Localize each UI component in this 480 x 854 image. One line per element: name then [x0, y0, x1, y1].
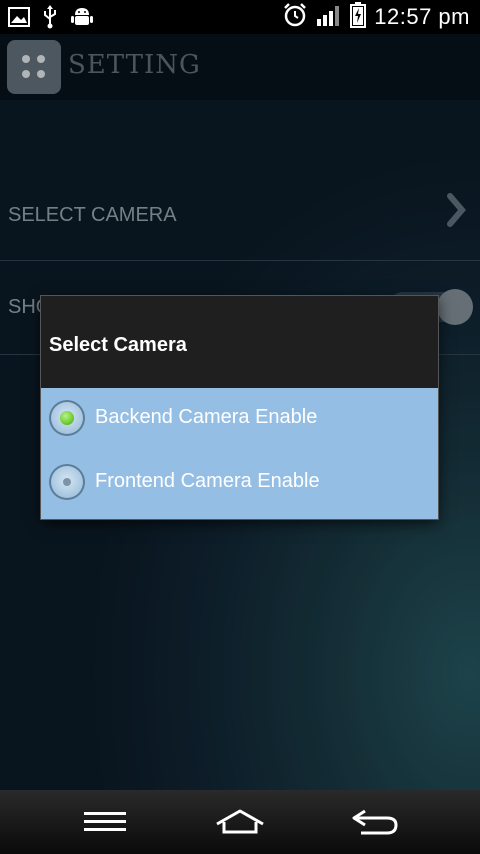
navigation-bar: [0, 790, 480, 854]
gallery-icon: [8, 7, 30, 32]
dialog-title: Select Camera: [49, 334, 187, 356]
select-camera-dialog: Select Camera Backend Camera Enable Fron…: [41, 296, 438, 519]
radio-button-selected[interactable]: [49, 400, 85, 436]
radio-dot: [63, 478, 71, 486]
battery-charging-icon: [350, 1, 367, 33]
option-label: Backend Camera Enable: [95, 406, 318, 428]
radio-button[interactable]: [49, 464, 85, 500]
status-bar-right: 12:57 pm: [282, 1, 470, 33]
usb-icon: [42, 5, 58, 34]
signal-icon: [316, 3, 342, 32]
option-label: Frontend Camera Enable: [95, 470, 320, 492]
status-bar: 12:57 pm: [0, 0, 480, 34]
dialog-header: Select Camera: [41, 296, 438, 388]
dialog-options: Backend Camera Enable Frontend Camera En…: [41, 388, 438, 519]
status-bar-left: [8, 5, 94, 34]
android-icon: [70, 5, 94, 34]
clock: 12:57 pm: [374, 4, 470, 29]
alarm-icon: [282, 2, 308, 33]
radio-dot: [60, 411, 74, 425]
option-frontend-camera[interactable]: Frontend Camera Enable: [41, 452, 438, 516]
option-backend-camera[interactable]: Backend Camera Enable: [41, 388, 438, 452]
back-icon[interactable]: [345, 804, 405, 840]
menu-icon[interactable]: [75, 804, 135, 840]
home-icon[interactable]: [210, 804, 270, 840]
